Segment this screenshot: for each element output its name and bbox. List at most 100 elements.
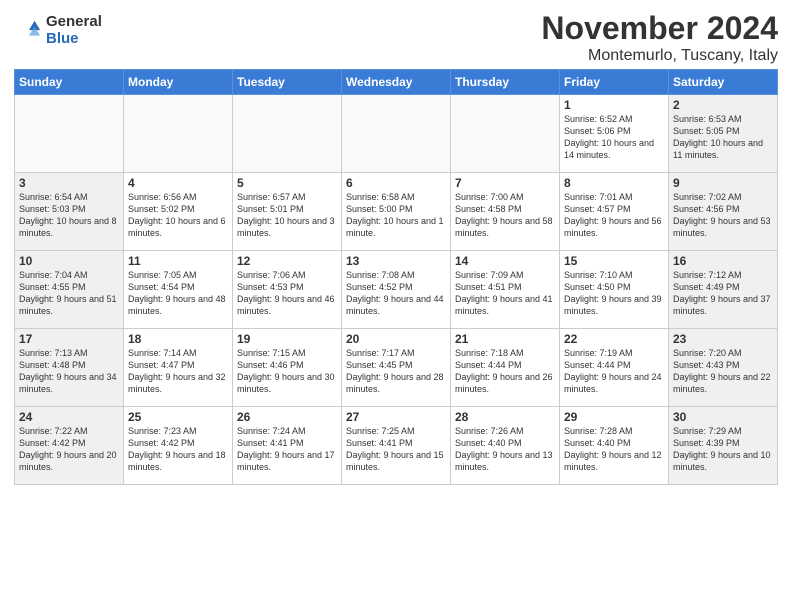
table-row: 7Sunrise: 7:00 AM Sunset: 4:58 PM Daylig… (451, 173, 560, 251)
day-info: Sunrise: 6:54 AM Sunset: 5:03 PM Dayligh… (19, 191, 119, 240)
table-row (233, 95, 342, 173)
day-number: 21 (455, 332, 555, 346)
day-info: Sunrise: 7:23 AM Sunset: 4:42 PM Dayligh… (128, 425, 228, 474)
day-info: Sunrise: 7:05 AM Sunset: 4:54 PM Dayligh… (128, 269, 228, 318)
table-row: 14Sunrise: 7:09 AM Sunset: 4:51 PM Dayli… (451, 251, 560, 329)
table-row: 5Sunrise: 6:57 AM Sunset: 5:01 PM Daylig… (233, 173, 342, 251)
day-number: 11 (128, 254, 228, 268)
day-number: 6 (346, 176, 446, 190)
table-row: 30Sunrise: 7:29 AM Sunset: 4:39 PM Dayli… (669, 407, 778, 485)
col-tuesday: Tuesday (233, 70, 342, 95)
day-info: Sunrise: 6:52 AM Sunset: 5:06 PM Dayligh… (564, 113, 664, 162)
day-number: 7 (455, 176, 555, 190)
week-row-1: 1Sunrise: 6:52 AM Sunset: 5:06 PM Daylig… (15, 95, 778, 173)
day-number: 14 (455, 254, 555, 268)
day-info: Sunrise: 7:12 AM Sunset: 4:49 PM Dayligh… (673, 269, 773, 318)
day-info: Sunrise: 7:18 AM Sunset: 4:44 PM Dayligh… (455, 347, 555, 396)
day-number: 29 (564, 410, 664, 424)
day-number: 23 (673, 332, 773, 346)
table-row: 17Sunrise: 7:13 AM Sunset: 4:48 PM Dayli… (15, 329, 124, 407)
day-number: 19 (237, 332, 337, 346)
day-number: 10 (19, 254, 119, 268)
day-info: Sunrise: 6:53 AM Sunset: 5:05 PM Dayligh… (673, 113, 773, 162)
table-row: 1Sunrise: 6:52 AM Sunset: 5:06 PM Daylig… (560, 95, 669, 173)
table-row (451, 95, 560, 173)
day-number: 28 (455, 410, 555, 424)
day-number: 16 (673, 254, 773, 268)
week-row-4: 17Sunrise: 7:13 AM Sunset: 4:48 PM Dayli… (15, 329, 778, 407)
day-number: 13 (346, 254, 446, 268)
day-info: Sunrise: 7:14 AM Sunset: 4:47 PM Dayligh… (128, 347, 228, 396)
col-monday: Monday (124, 70, 233, 95)
table-row: 6Sunrise: 6:58 AM Sunset: 5:00 PM Daylig… (342, 173, 451, 251)
day-number: 30 (673, 410, 773, 424)
table-row (124, 95, 233, 173)
week-row-3: 10Sunrise: 7:04 AM Sunset: 4:55 PM Dayli… (15, 251, 778, 329)
day-info: Sunrise: 7:13 AM Sunset: 4:48 PM Dayligh… (19, 347, 119, 396)
day-info: Sunrise: 7:28 AM Sunset: 4:40 PM Dayligh… (564, 425, 664, 474)
table-row: 18Sunrise: 7:14 AM Sunset: 4:47 PM Dayli… (124, 329, 233, 407)
table-row (15, 95, 124, 173)
day-info: Sunrise: 7:24 AM Sunset: 4:41 PM Dayligh… (237, 425, 337, 474)
day-number: 27 (346, 410, 446, 424)
table-row: 8Sunrise: 7:01 AM Sunset: 4:57 PM Daylig… (560, 173, 669, 251)
table-row: 11Sunrise: 7:05 AM Sunset: 4:54 PM Dayli… (124, 251, 233, 329)
day-number: 25 (128, 410, 228, 424)
table-row: 9Sunrise: 7:02 AM Sunset: 4:56 PM Daylig… (669, 173, 778, 251)
day-number: 5 (237, 176, 337, 190)
logo: General Blue (14, 14, 102, 47)
day-number: 26 (237, 410, 337, 424)
table-row: 26Sunrise: 7:24 AM Sunset: 4:41 PM Dayli… (233, 407, 342, 485)
col-sunday: Sunday (15, 70, 124, 95)
table-row: 19Sunrise: 7:15 AM Sunset: 4:46 PM Dayli… (233, 329, 342, 407)
day-info: Sunrise: 7:08 AM Sunset: 4:52 PM Dayligh… (346, 269, 446, 318)
logo-icon (14, 17, 42, 45)
day-info: Sunrise: 7:20 AM Sunset: 4:43 PM Dayligh… (673, 347, 773, 396)
table-row: 24Sunrise: 7:22 AM Sunset: 4:42 PM Dayli… (15, 407, 124, 485)
day-info: Sunrise: 7:10 AM Sunset: 4:50 PM Dayligh… (564, 269, 664, 318)
day-info: Sunrise: 7:29 AM Sunset: 4:39 PM Dayligh… (673, 425, 773, 474)
day-number: 2 (673, 98, 773, 112)
day-info: Sunrise: 7:00 AM Sunset: 4:58 PM Dayligh… (455, 191, 555, 240)
day-number: 8 (564, 176, 664, 190)
day-info: Sunrise: 7:22 AM Sunset: 4:42 PM Dayligh… (19, 425, 119, 474)
table-row: 20Sunrise: 7:17 AM Sunset: 4:45 PM Dayli… (342, 329, 451, 407)
day-info: Sunrise: 7:02 AM Sunset: 4:56 PM Dayligh… (673, 191, 773, 240)
day-number: 4 (128, 176, 228, 190)
day-info: Sunrise: 6:57 AM Sunset: 5:01 PM Dayligh… (237, 191, 337, 240)
logo-general-text: General (46, 14, 102, 31)
day-info: Sunrise: 6:58 AM Sunset: 5:00 PM Dayligh… (346, 191, 446, 240)
day-info: Sunrise: 7:09 AM Sunset: 4:51 PM Dayligh… (455, 269, 555, 318)
table-row: 27Sunrise: 7:25 AM Sunset: 4:41 PM Dayli… (342, 407, 451, 485)
page-header: General Blue November 2024 Montemurlo, T… (14, 10, 778, 65)
table-row: 10Sunrise: 7:04 AM Sunset: 4:55 PM Dayli… (15, 251, 124, 329)
col-thursday: Thursday (451, 70, 560, 95)
day-number: 9 (673, 176, 773, 190)
title-block: November 2024 Montemurlo, Tuscany, Italy (541, 10, 778, 65)
day-info: Sunrise: 7:17 AM Sunset: 4:45 PM Dayligh… (346, 347, 446, 396)
calendar-header-row: Sunday Monday Tuesday Wednesday Thursday… (15, 70, 778, 95)
table-row: 21Sunrise: 7:18 AM Sunset: 4:44 PM Dayli… (451, 329, 560, 407)
day-number: 12 (237, 254, 337, 268)
day-info: Sunrise: 7:19 AM Sunset: 4:44 PM Dayligh… (564, 347, 664, 396)
col-saturday: Saturday (669, 70, 778, 95)
day-number: 24 (19, 410, 119, 424)
logo-blue-text: Blue (46, 31, 102, 48)
day-number: 1 (564, 98, 664, 112)
day-info: Sunrise: 7:15 AM Sunset: 4:46 PM Dayligh… (237, 347, 337, 396)
col-friday: Friday (560, 70, 669, 95)
day-number: 15 (564, 254, 664, 268)
day-info: Sunrise: 6:56 AM Sunset: 5:02 PM Dayligh… (128, 191, 228, 240)
day-number: 18 (128, 332, 228, 346)
table-row: 25Sunrise: 7:23 AM Sunset: 4:42 PM Dayli… (124, 407, 233, 485)
table-row (342, 95, 451, 173)
table-row: 3Sunrise: 6:54 AM Sunset: 5:03 PM Daylig… (15, 173, 124, 251)
table-row: 12Sunrise: 7:06 AM Sunset: 4:53 PM Dayli… (233, 251, 342, 329)
col-wednesday: Wednesday (342, 70, 451, 95)
table-row: 22Sunrise: 7:19 AM Sunset: 4:44 PM Dayli… (560, 329, 669, 407)
day-info: Sunrise: 7:01 AM Sunset: 4:57 PM Dayligh… (564, 191, 664, 240)
week-row-5: 24Sunrise: 7:22 AM Sunset: 4:42 PM Dayli… (15, 407, 778, 485)
day-number: 20 (346, 332, 446, 346)
calendar-table: Sunday Monday Tuesday Wednesday Thursday… (14, 69, 778, 485)
table-row: 13Sunrise: 7:08 AM Sunset: 4:52 PM Dayli… (342, 251, 451, 329)
